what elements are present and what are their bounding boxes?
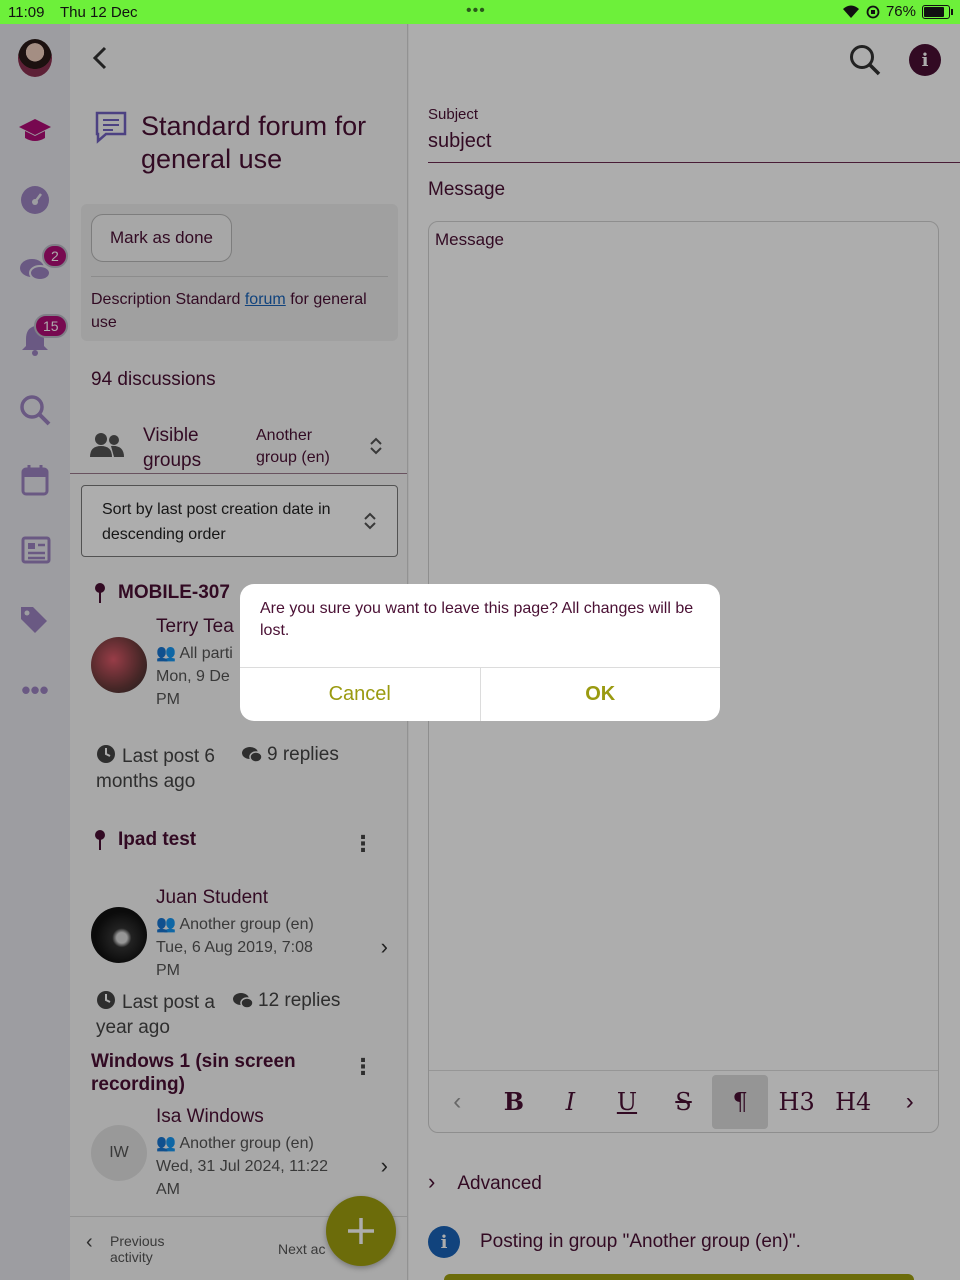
status-bar: 11:09 Thu 12 Dec ••• 76%	[0, 0, 960, 24]
battery-percent: 76%	[885, 3, 916, 20]
battery-icon	[922, 4, 953, 19]
wifi-icon	[842, 5, 859, 18]
status-time: 11:09	[8, 4, 45, 21]
orientation-lock-icon	[866, 5, 880, 18]
multitasking-dots-icon[interactable]: •••	[466, 2, 486, 20]
cancel-button[interactable]: Cancel	[240, 668, 480, 721]
ok-button[interactable]: OK	[479, 668, 721, 721]
status-date: Thu 12 Dec	[60, 4, 138, 21]
dialog-message: Are you sure you want to leave this page…	[260, 600, 694, 639]
status-right: 76%	[842, 3, 953, 20]
dialog-buttons: Cancel OK	[240, 667, 720, 721]
leave-page-dialog: Are you sure you want to leave this page…	[240, 584, 720, 721]
